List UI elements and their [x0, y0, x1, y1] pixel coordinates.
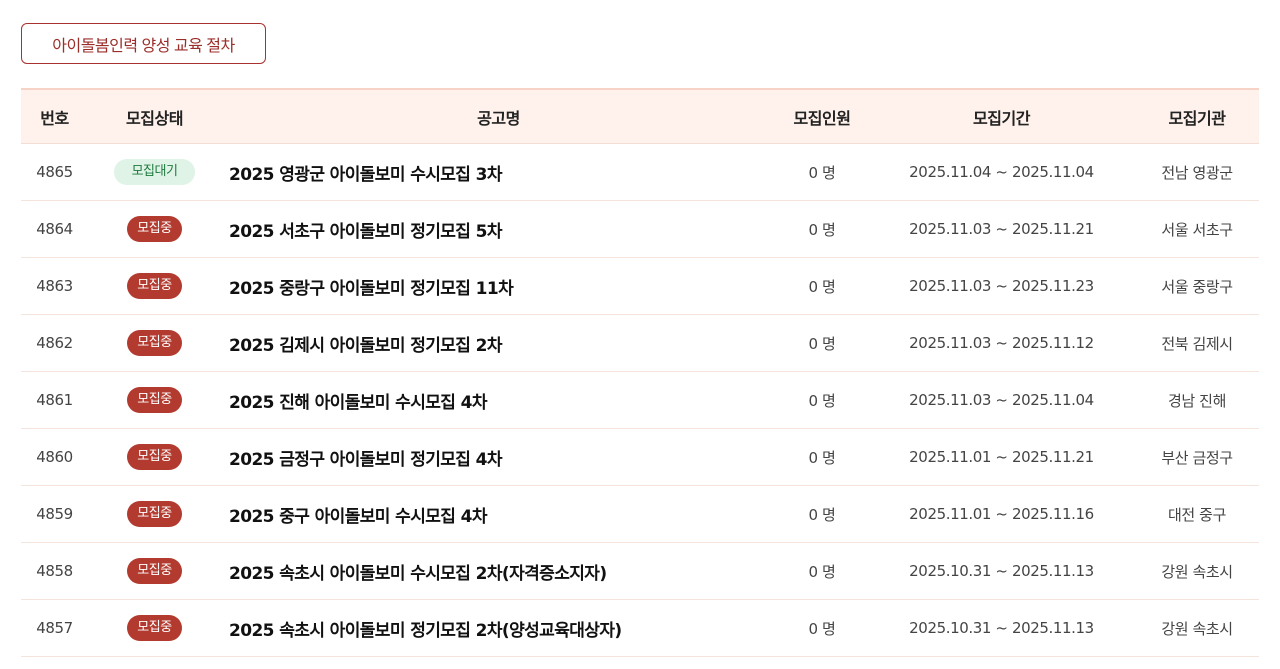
header-period: 모집기간 — [973, 108, 1030, 128]
status-cell: 모집중 — [88, 216, 221, 242]
recruit-period: 2025.11.04 ~ 2025.11.04 — [909, 163, 1094, 181]
header-title: 공고명 — [477, 108, 520, 128]
post-title-link[interactable]: 2025 김제시 아이돌보미 정기모집 2차 — [229, 336, 503, 356]
recruit-period: 2025.10.31 ~ 2025.11.13 — [909, 619, 1094, 637]
recruit-count: 0 명 — [808, 334, 836, 353]
table-row[interactable]: 4857 모집중 2025 속초시 아이돌보미 정기모집 2차(양성교육대상자)… — [21, 600, 1259, 657]
table-row[interactable]: 4861 모집중 2025 진해 아이돌보미 수시모집 4차 0 명 2025.… — [21, 372, 1259, 429]
recruit-org: 서울 중랑구 — [1161, 277, 1233, 296]
table-header: 번호 모집상태 공고명 모집인원 모집기간 모집기관 — [21, 90, 1259, 144]
status-cell: 모집중 — [88, 330, 221, 356]
row-number: 4857 — [36, 619, 73, 637]
row-number: 4860 — [36, 448, 73, 466]
recruit-period: 2025.11.03 ~ 2025.11.12 — [909, 334, 1094, 352]
recruit-count: 0 명 — [808, 277, 836, 296]
row-number: 4859 — [36, 505, 73, 523]
status-cell: 모집중 — [88, 501, 221, 527]
recruit-period: 2025.11.01 ~ 2025.11.21 — [909, 448, 1094, 466]
status-cell: 모집중 — [88, 558, 221, 584]
post-title-link[interactable]: 2025 중랑구 아이돌보미 정기모집 11차 — [229, 279, 514, 299]
title-cell: 2025 중랑구 아이돌보미 정기모집 11차 — [221, 274, 776, 299]
header-no: 번호 — [40, 108, 69, 128]
table-row[interactable]: 4860 모집중 2025 금정구 아이돌보미 정기모집 4차 0 명 2025… — [21, 429, 1259, 486]
status-cell: 모집대기 — [88, 159, 221, 185]
title-cell: 2025 속초시 아이돌보미 수시모집 2차(자격증소지자) — [221, 559, 776, 584]
status-badge: 모집중 — [127, 387, 182, 413]
row-number: 4858 — [36, 562, 73, 580]
recruit-count: 0 명 — [808, 505, 836, 524]
status-cell: 모집중 — [88, 615, 221, 641]
title-cell: 2025 김제시 아이돌보미 정기모집 2차 — [221, 331, 776, 356]
table-row[interactable]: 4864 모집중 2025 서초구 아이돌보미 정기모집 5차 0 명 2025… — [21, 201, 1259, 258]
status-cell: 모집중 — [88, 387, 221, 413]
status-badge: 모집중 — [127, 444, 182, 470]
row-number: 4863 — [36, 277, 73, 295]
table-row[interactable]: 4859 모집중 2025 중구 아이돌보미 수시모집 4차 0 명 2025.… — [21, 486, 1259, 543]
row-number: 4864 — [36, 220, 73, 238]
title-cell: 2025 속초시 아이돌보미 정기모집 2차(양성교육대상자) — [221, 616, 776, 641]
title-cell: 2025 서초구 아이돌보미 정기모집 5차 — [221, 217, 776, 242]
header-org: 모집기관 — [1168, 108, 1226, 128]
table-row[interactable]: 4858 모집중 2025 속초시 아이돌보미 수시모집 2차(자격증소지자) … — [21, 543, 1259, 600]
title-cell: 2025 중구 아이돌보미 수시모집 4차 — [221, 502, 776, 527]
training-procedure-button[interactable]: 아이돌봄인력 양성 교육 절차 — [21, 23, 266, 64]
recruit-org: 강원 속초시 — [1161, 562, 1233, 581]
status-badge: 모집중 — [127, 615, 182, 641]
recruit-count: 0 명 — [808, 391, 836, 410]
post-title-link[interactable]: 2025 영광군 아이돌보미 수시모집 3차 — [229, 165, 503, 185]
recruit-count: 0 명 — [808, 562, 836, 581]
status-badge: 모집중 — [127, 330, 182, 356]
title-cell: 2025 영광군 아이돌보미 수시모집 3차 — [221, 160, 776, 185]
recruit-org: 부산 금정구 — [1161, 448, 1233, 467]
table-row[interactable]: 4863 모집중 2025 중랑구 아이돌보미 정기모집 11차 0 명 202… — [21, 258, 1259, 315]
status-badge: 모집중 — [127, 501, 182, 527]
recruit-org: 전남 영광군 — [1161, 163, 1233, 182]
post-title-link[interactable]: 2025 속초시 아이돌보미 정기모집 2차(양성교육대상자) — [229, 621, 622, 641]
recruit-period: 2025.10.31 ~ 2025.11.13 — [909, 562, 1094, 580]
recruit-org: 강원 속초시 — [1161, 619, 1233, 638]
recruit-org: 대전 중구 — [1168, 505, 1226, 524]
status-badge: 모집중 — [127, 558, 182, 584]
post-title-link[interactable]: 2025 속초시 아이돌보미 수시모집 2차(자격증소지자) — [229, 564, 607, 584]
recruit-count: 0 명 — [808, 163, 836, 182]
status-badge: 모집대기 — [113, 159, 196, 185]
recruit-period: 2025.11.03 ~ 2025.11.04 — [909, 391, 1094, 409]
recruit-period: 2025.11.03 ~ 2025.11.21 — [909, 220, 1094, 238]
table-row[interactable]: 4862 모집중 2025 김제시 아이돌보미 정기모집 2차 0 명 2025… — [21, 315, 1259, 372]
table-row[interactable]: 4865 모집대기 2025 영광군 아이돌보미 수시모집 3차 0 명 202… — [21, 144, 1259, 201]
table-body: 4865 모집대기 2025 영광군 아이돌보미 수시모집 3차 0 명 202… — [21, 144, 1259, 657]
status-cell: 모집중 — [88, 444, 221, 470]
recruit-count: 0 명 — [808, 448, 836, 467]
row-number: 4862 — [36, 334, 73, 352]
recruitment-table: 번호 모집상태 공고명 모집인원 모집기간 모집기관 4865 모집대기 202… — [21, 88, 1259, 657]
row-number: 4865 — [36, 163, 73, 181]
header-status: 모집상태 — [126, 108, 183, 128]
status-badge: 모집중 — [127, 216, 182, 242]
header-count: 모집인원 — [793, 108, 851, 128]
recruit-period: 2025.11.01 ~ 2025.11.16 — [909, 505, 1094, 523]
recruit-org: 전북 김제시 — [1161, 334, 1233, 353]
recruit-org: 경남 진해 — [1168, 391, 1226, 410]
row-number: 4861 — [36, 391, 73, 409]
recruit-count: 0 명 — [808, 220, 836, 239]
recruit-period: 2025.11.03 ~ 2025.11.23 — [909, 277, 1094, 295]
post-title-link[interactable]: 2025 진해 아이돌보미 수시모집 4차 — [229, 393, 488, 413]
recruit-count: 0 명 — [808, 619, 836, 638]
post-title-link[interactable]: 2025 중구 아이돌보미 수시모집 4차 — [229, 507, 488, 527]
title-cell: 2025 금정구 아이돌보미 정기모집 4차 — [221, 445, 776, 470]
status-cell: 모집중 — [88, 273, 221, 299]
post-title-link[interactable]: 2025 금정구 아이돌보미 정기모집 4차 — [229, 450, 503, 470]
recruit-org: 서울 서초구 — [1161, 220, 1233, 239]
post-title-link[interactable]: 2025 서초구 아이돌보미 정기모집 5차 — [229, 222, 503, 242]
status-badge: 모집중 — [127, 273, 182, 299]
title-cell: 2025 진해 아이돌보미 수시모집 4차 — [221, 388, 776, 413]
